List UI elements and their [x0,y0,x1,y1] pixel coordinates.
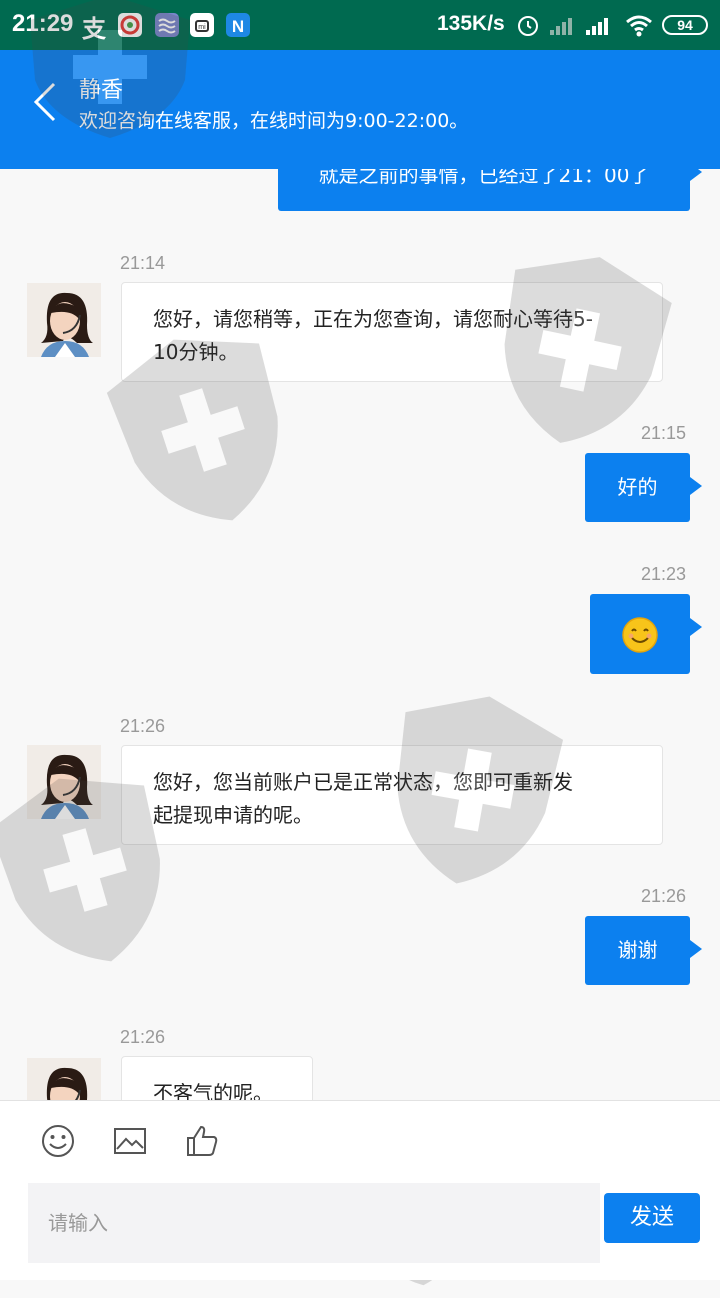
message-input[interactable] [28,1183,600,1263]
emoji-icon[interactable] [40,1123,76,1159]
n-icon: N [226,13,250,37]
message-in: 不客气的呢。 [121,1056,313,1100]
message-timestamp: 21:14 [120,253,166,273]
message-text-line: 您好，请您稍等，正在为您查询，请您耐心等待5- [153,307,593,331]
message-in: 您好，请您稍等，正在为您查询，请您耐心等待5- 10分钟。 [121,282,663,382]
svg-text:mi: mi [198,24,206,31]
signal-icon-2 [586,18,608,35]
wifi-icon [626,15,652,37]
message-out: 就是之前的事情，已经过了21：00了 [278,169,702,211]
image-icon[interactable] [112,1123,148,1159]
chat-area[interactable]: 就是之前的事情，已经过了21：00了 21:14 您好，请您稍等，正在为您查询，… [0,169,720,1100]
status-time: 21:29 [12,10,74,37]
message-text-line: 起提现申请的呢。 [153,803,313,827]
message-out: 谢谢 [585,916,702,985]
signal-icon [550,18,572,35]
alipay-icon: 支 [82,15,106,43]
service-hours: 欢迎咨询在线客服，在线时间为9:00-22:00。 [79,110,469,132]
message-timestamp: 21:26 [120,716,166,736]
app-icon-1 [118,13,142,37]
alarm-icon [518,16,538,36]
battery-icon: 94 [662,15,708,35]
message-text-line: 不客气的呢。 [153,1081,273,1100]
app-icon-2 [155,13,179,37]
message-out: 好的 [585,453,702,522]
agent-name: 静香 [79,78,124,103]
send-button[interactable]: 发送 [604,1193,700,1243]
message-text: 好的 [617,475,658,499]
message-timestamp: 21:15 [641,423,687,443]
back-arrow-icon[interactable] [30,80,60,124]
status-bar: 21:29 支 mi N 135K/s 94 [0,0,720,50]
agent-avatar [27,745,101,819]
svg-text:N: N [232,17,244,36]
chat-header: 静香 欢迎咨询在线客服，在线时间为9:00-22:00。 [0,50,720,169]
mi-icon: mi [190,13,214,37]
message-in: 您好，您当前账户已是正常状态，您即可重新发 起提现申请的呢。 [121,745,663,845]
message-timestamp: 21:23 [641,564,687,584]
agent-avatar [27,1058,101,1100]
message-text-line: 10分钟。 [153,340,239,364]
network-speed: 135K/s [437,12,505,35]
thumbs-up-icon[interactable] [184,1123,220,1159]
message-timestamp: 21:26 [641,886,687,906]
smile-emoji-icon [622,617,658,653]
message-timestamp: 21:26 [120,1027,166,1047]
input-toolbar: 发送 [0,1100,720,1280]
agent-avatar [27,283,101,357]
message-text: 就是之前的事情，已经过了21：00了 [318,169,650,187]
message-text: 谢谢 [617,938,658,962]
message-out [590,594,702,674]
message-text-line: 您好，您当前账户已是正常状态，您即可重新发 [153,770,573,794]
